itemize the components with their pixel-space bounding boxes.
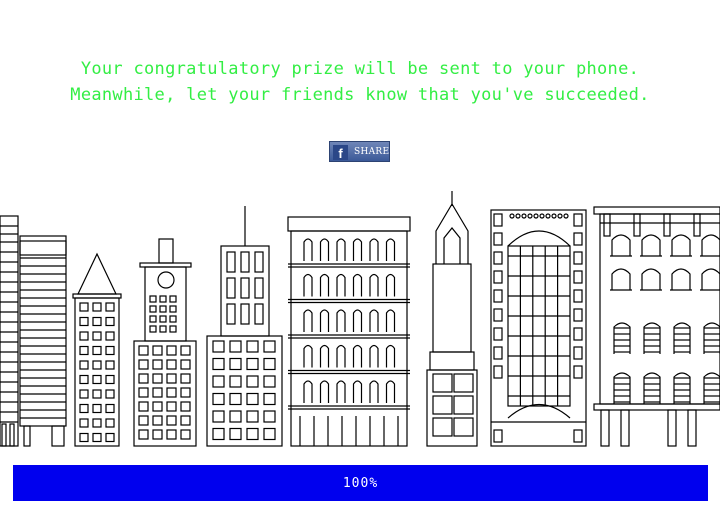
progress-label: 100% (342, 476, 379, 491)
skyline-window-details (0, 213, 720, 446)
building-colonnade (593, 206, 720, 447)
building-antenna (206, 206, 283, 447)
facebook-share-button[interactable]: f SHARE (329, 141, 390, 162)
facebook-icon: f (333, 145, 348, 161)
city-skyline-illustration (0, 191, 720, 447)
share-button-label: SHARE (354, 147, 390, 157)
building-clock-tower (133, 238, 197, 447)
message: Your congratulatory prize will be sent t… (0, 56, 720, 108)
building-ornate-hall (490, 209, 587, 447)
message-line-1: Your congratulatory prize will be sent t… (80, 59, 640, 79)
building-arched-windows (287, 216, 411, 447)
progress-bar: 100% (13, 465, 708, 501)
message-line-2: Meanwhile, let your friends know that yo… (70, 85, 650, 105)
